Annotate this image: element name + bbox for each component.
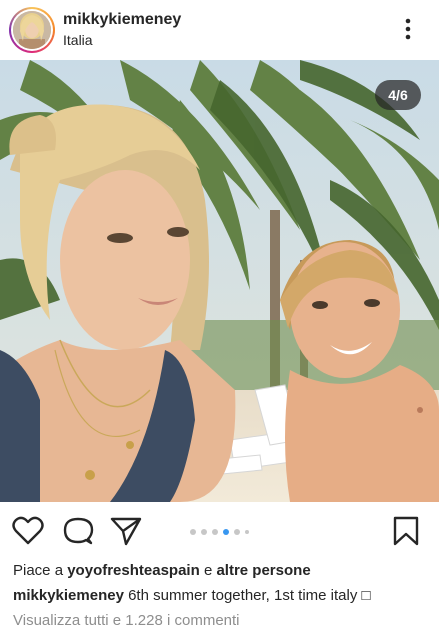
post-photo[interactable]: 4/6 [0, 60, 439, 502]
carousel-dot [245, 530, 249, 534]
carousel-dot [201, 529, 207, 535]
caption-username[interactable]: mikkykiemeney [13, 587, 124, 604]
carousel-dot-active [223, 529, 229, 535]
likes-line: Piace a yoyofreshteaspain e altre person… [13, 562, 311, 579]
likes-conjunction: e [203, 562, 213, 579]
carousel-dot [212, 529, 218, 535]
likes-user-link[interactable]: yoyofreshteaspain [67, 562, 200, 579]
view-comments-link[interactable]: Visualizza tutti e 1.228 i commenti [13, 612, 240, 629]
action-bar [0, 502, 439, 558]
comment-icon[interactable] [62, 516, 94, 546]
post-header: mikkykiemeney Italia [0, 0, 439, 60]
post-caption: mikkykiemeney 6th summer together, 1st t… [13, 587, 371, 604]
likes-prefix: Piace a [13, 562, 64, 579]
heart-icon[interactable] [12, 516, 44, 546]
more-vertical-icon[interactable] [398, 16, 418, 42]
send-icon[interactable] [110, 516, 142, 546]
carousel-dot [234, 529, 240, 535]
slide-counter: 4/6 [375, 80, 421, 110]
post-username[interactable]: mikkykiemeney [63, 11, 181, 29]
photo-illustration [0, 60, 439, 502]
caption-text: 6th summer together, 1st time italy □ [128, 587, 371, 604]
avatar-frame [11, 9, 53, 51]
story-ring[interactable] [9, 7, 55, 53]
post-location[interactable]: Italia [63, 32, 93, 48]
likes-others-link[interactable]: altre persone [216, 562, 310, 579]
avatar-image [13, 11, 51, 49]
bookmark-icon[interactable] [392, 516, 420, 546]
avatar[interactable] [13, 11, 51, 49]
carousel-indicator [190, 528, 260, 536]
carousel-dot [190, 529, 196, 535]
